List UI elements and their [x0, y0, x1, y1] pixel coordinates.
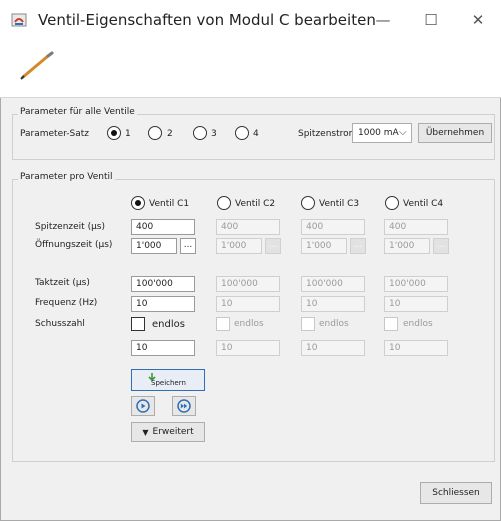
param-set-radio-1-label: 1: [125, 129, 131, 139]
label-frequenz: Frequenz (Hz): [35, 298, 98, 308]
chevron-down-icon: ⌵: [399, 127, 407, 138]
peak-current-label: Spitzenstrom: [298, 129, 358, 139]
group-per-title: Parameter pro Ventil: [18, 172, 115, 182]
valve-radio-c2-label: Ventil C2: [235, 199, 276, 209]
save-button[interactable]: Speichern: [131, 369, 205, 391]
header-banner: [0, 40, 501, 98]
taktzeit-c4-input[interactable]: 100'000: [384, 276, 448, 292]
param-set-radio-3[interactable]: [193, 126, 207, 140]
param-set-radio-4-label: 4: [253, 129, 259, 139]
taktzeit-c3-input[interactable]: 100'000: [301, 276, 365, 292]
param-set-label: Parameter-Satz: [20, 129, 89, 139]
play-icon: [136, 399, 150, 413]
endlos-c4-label: endlos: [403, 319, 433, 329]
valve-radio-c4-label: Ventil C4: [403, 199, 444, 209]
close-button[interactable]: Schliessen: [420, 482, 492, 504]
frequenz-c3-input[interactable]: 10: [301, 296, 365, 312]
extended-button[interactable]: ▼ Erweitert: [131, 422, 205, 442]
java-app-icon: [11, 13, 27, 27]
endlos-c3-label: endlos: [319, 319, 349, 329]
oeffnungszeit-c2-input[interactable]: 1'000: [216, 238, 262, 254]
label-taktzeit: Taktzeit (µs): [35, 278, 90, 288]
param-set-radio-3-label: 3: [211, 129, 217, 139]
endlos-c1-checkbox[interactable]: [131, 317, 145, 331]
spitzenzeit-c3-input[interactable]: 400: [301, 219, 365, 235]
label-schusszahl: Schusszahl: [35, 319, 85, 329]
spitzenzeit-c1-input[interactable]: 400: [131, 219, 195, 235]
fast-forward-button[interactable]: [172, 396, 196, 416]
param-set-radio-1[interactable]: [107, 126, 121, 140]
valve-radio-c1-label: Ventil C1: [149, 199, 190, 209]
endlos-c2-checkbox[interactable]: [216, 317, 230, 331]
peak-current-select[interactable]: 1000 mA ⌵: [352, 123, 412, 143]
spitzenzeit-c4-input[interactable]: 400: [384, 219, 448, 235]
oeffnungszeit-c1-browse-button[interactable]: ...: [180, 238, 196, 254]
valve-radio-c4[interactable]: [385, 196, 399, 210]
endlos-c2-label: endlos: [234, 319, 264, 329]
group-all-title: Parameter für alle Ventile: [18, 107, 137, 117]
oeffnungszeit-c2-browse-button[interactable]: ...: [265, 238, 281, 254]
window-title: Ventil-Eigenschaften von Modul C bearbei…: [38, 11, 376, 29]
spitzenzeit-c2-input[interactable]: 400: [216, 219, 280, 235]
oeffnungszeit-c3-input[interactable]: 1'000: [301, 238, 347, 254]
schusszahl-c3-input[interactable]: 10: [301, 340, 365, 356]
schusszahl-c2-input[interactable]: 10: [216, 340, 280, 356]
param-set-radio-2[interactable]: [148, 126, 162, 140]
maximize-button[interactable]: ☐: [408, 0, 454, 40]
oeffnungszeit-c3-browse-button[interactable]: ...: [350, 238, 366, 254]
valve-radio-c3[interactable]: [301, 196, 315, 210]
valve-radio-c2[interactable]: [217, 196, 231, 210]
endlos-c3-checkbox[interactable]: [301, 317, 315, 331]
play-button[interactable]: [131, 396, 155, 416]
pencil-icon: [20, 51, 54, 80]
oeffnungszeit-c1-input[interactable]: 1'000: [131, 238, 177, 254]
label-spitzenzeit: Spitzenzeit (µs): [35, 222, 106, 232]
endlos-c1-label: endlos: [152, 319, 185, 330]
save-button-label: Speichern: [151, 379, 186, 387]
schusszahl-c4-input[interactable]: 10: [384, 340, 448, 356]
frequenz-c1-input[interactable]: 10: [131, 296, 195, 312]
valve-radio-c1[interactable]: [131, 196, 145, 210]
minimize-button[interactable]: —: [360, 0, 406, 40]
close-window-button[interactable]: ✕: [455, 0, 501, 40]
valve-radio-c3-label: Ventil C3: [319, 199, 360, 209]
triangle-down-icon: ▼: [142, 427, 149, 437]
apply-button[interactable]: Übernehmen: [418, 123, 492, 143]
oeffnungszeit-c4-input[interactable]: 1'000: [384, 238, 430, 254]
endlos-c4-checkbox[interactable]: [384, 317, 398, 331]
schusszahl-c1-input[interactable]: 10: [131, 340, 195, 356]
frequenz-c2-input[interactable]: 10: [216, 296, 280, 312]
taktzeit-c1-input[interactable]: 100'000: [131, 276, 195, 292]
extended-button-label: Erweitert: [152, 427, 194, 437]
taktzeit-c2-input[interactable]: 100'000: [216, 276, 280, 292]
param-set-radio-4[interactable]: [235, 126, 249, 140]
peak-current-value: 1000 mA: [358, 128, 399, 138]
param-set-radio-2-label: 2: [167, 129, 173, 139]
oeffnungszeit-c4-browse-button[interactable]: ...: [433, 238, 449, 254]
label-oeffnungszeit: Öffnungszeit (µs): [35, 240, 113, 250]
frequenz-c4-input[interactable]: 10: [384, 296, 448, 312]
fast-forward-icon: [177, 399, 191, 413]
